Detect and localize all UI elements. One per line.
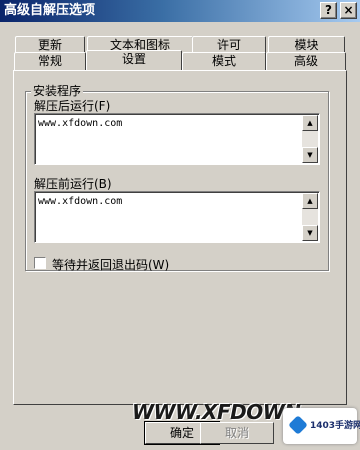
- logo-icon: [288, 415, 308, 435]
- tab-label: 更新: [37, 38, 62, 52]
- tab-mode[interactable]: 模式: [182, 52, 266, 70]
- close-icon: ×: [343, 3, 354, 17]
- tab-label: 常规: [37, 54, 62, 68]
- chevron-up-icon: ▲: [307, 197, 313, 205]
- watermark: WWW.XFDOWN: [132, 400, 301, 424]
- tab-setup[interactable]: 设置: [86, 50, 182, 70]
- tab-advanced[interactable]: 高级: [266, 52, 346, 70]
- site-logo: 1403手游网: [283, 408, 360, 444]
- scroll-down-button[interactable]: ▼: [302, 147, 318, 163]
- run-after-label: 解压后运行(F): [34, 99, 111, 113]
- tab-label: 许可: [216, 38, 241, 52]
- setup-panel: 安装程序 解压后运行(F) www.xfdown.com ▲ ▼ 解压前运行(B…: [13, 70, 347, 405]
- window-title: 高级自解压选项: [4, 3, 96, 18]
- run-before-textarea[interactable]: www.xfdown.com ▲ ▼: [34, 191, 320, 243]
- run-before-label: 解压前运行(B): [34, 177, 112, 191]
- run-before-value: www.xfdown.com: [38, 196, 123, 207]
- scroll-up-button[interactable]: ▲: [302, 115, 318, 131]
- scroll-up-button[interactable]: ▲: [302, 193, 318, 209]
- help-icon: ?: [325, 3, 332, 17]
- ok-label: 确定: [169, 426, 194, 440]
- run-before-scrollbar[interactable]: ▲ ▼: [302, 193, 318, 241]
- logo-text: 1403手游网: [310, 421, 360, 431]
- run-after-value: www.xfdown.com: [38, 118, 123, 129]
- close-button[interactable]: ×: [340, 2, 357, 19]
- run-after-scrollbar[interactable]: ▲ ▼: [302, 115, 318, 163]
- chevron-up-icon: ▲: [307, 119, 313, 127]
- cancel-button[interactable]: 取消: [200, 422, 274, 444]
- scroll-down-button[interactable]: ▼: [302, 225, 318, 241]
- tab-label: 设置: [121, 52, 146, 66]
- tab-label: 模块: [294, 38, 319, 52]
- tab-general[interactable]: 常规: [14, 52, 86, 70]
- tab-label: 高级: [293, 54, 318, 68]
- wait-checkbox-label[interactable]: 等待并返回退出码(W): [52, 256, 169, 273]
- cancel-label: 取消: [224, 426, 249, 440]
- chevron-down-icon: ▼: [307, 229, 313, 237]
- run-after-textarea[interactable]: www.xfdown.com ▲ ▼: [34, 113, 320, 165]
- tab-label: 模式: [211, 54, 236, 68]
- wait-checkbox[interactable]: [34, 257, 46, 269]
- help-button[interactable]: ?: [320, 2, 337, 19]
- title-bar: 高级自解压选项 ? ×: [0, 0, 360, 22]
- chevron-down-icon: ▼: [307, 151, 313, 159]
